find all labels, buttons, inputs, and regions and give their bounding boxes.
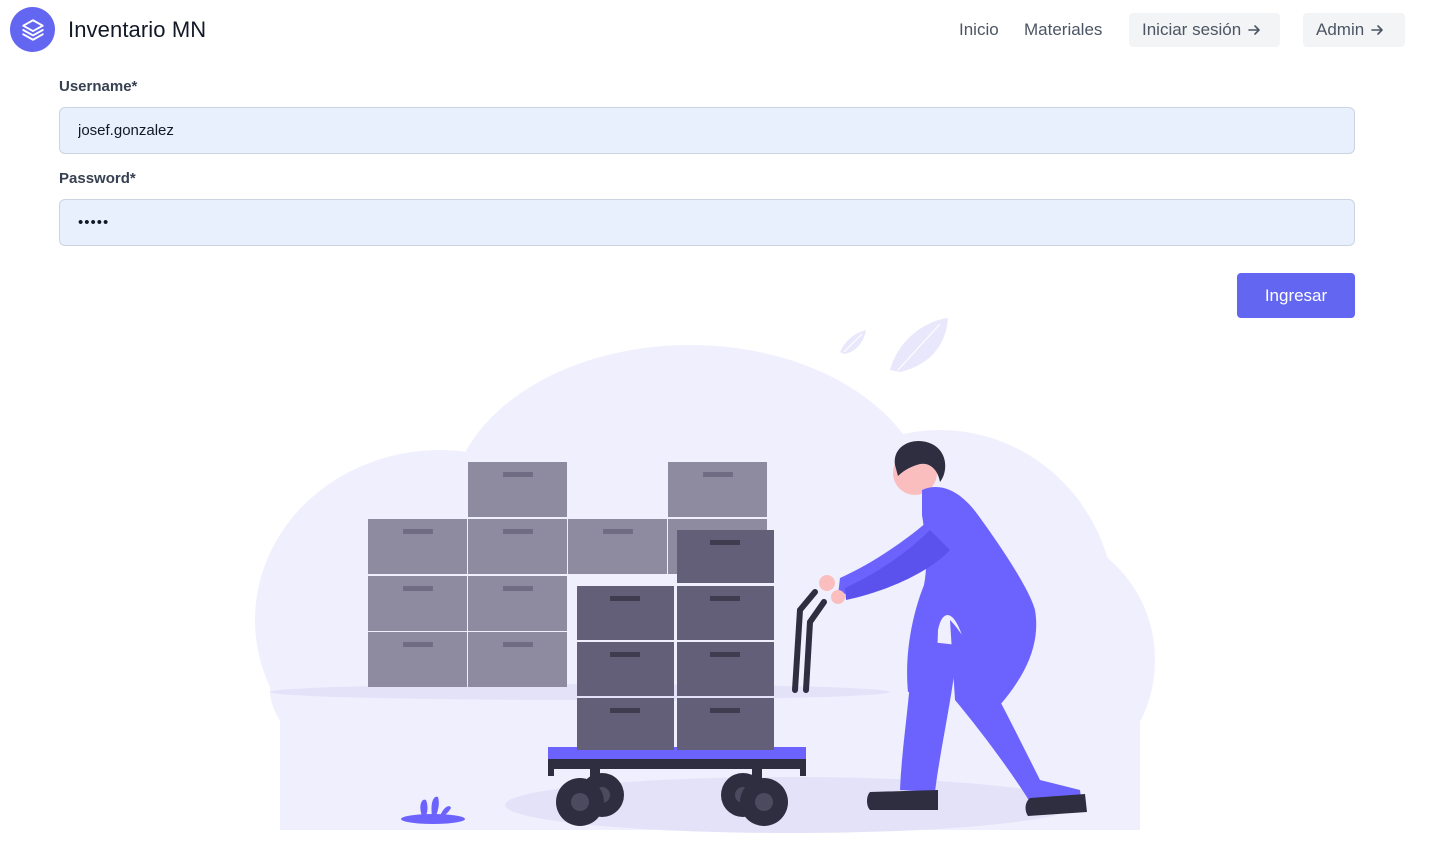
nav-link-inicio[interactable]: Inicio <box>959 20 999 40</box>
top-navbar: Inventario MN Inicio Materiales Iniciar … <box>0 0 1430 62</box>
brand[interactable]: Inventario MN <box>10 7 206 52</box>
password-label: Password* <box>59 170 136 187</box>
nav-link-materiales[interactable]: Materiales <box>1024 20 1102 40</box>
password-field[interactable] <box>59 199 1355 246</box>
login-nav-label: Iniciar sesión <box>1142 20 1242 39</box>
arrow-right-icon <box>1247 23 1261 37</box>
warehouse-illustration <box>240 310 1180 840</box>
brand-title: Inventario MN <box>68 16 207 42</box>
login-submit-button[interactable]: Ingresar <box>1237 273 1355 318</box>
login-nav-button[interactable]: Iniciar sesión <box>1129 13 1280 47</box>
admin-nav-label: Admin <box>1316 20 1365 39</box>
layers-icon <box>10 7 55 52</box>
username-label: Username* <box>59 78 138 95</box>
arrow-right-icon <box>1370 23 1384 37</box>
admin-nav-button[interactable]: Admin <box>1303 13 1405 47</box>
leaf-icon <box>840 318 948 372</box>
username-field[interactable] <box>59 107 1355 154</box>
